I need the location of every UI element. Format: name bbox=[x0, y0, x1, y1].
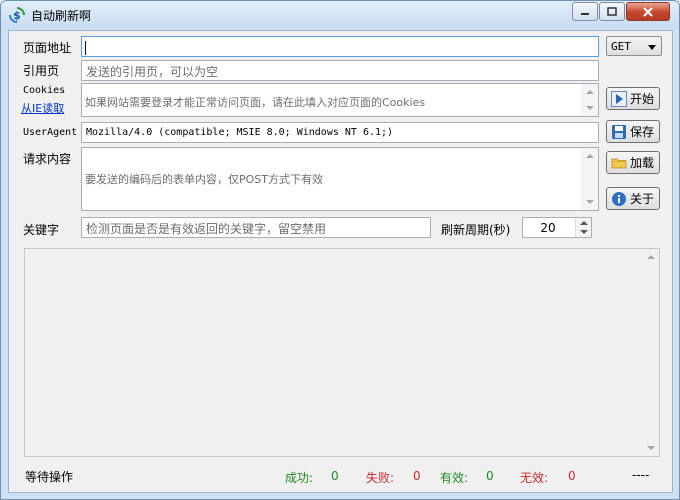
dollar-refresh-icon: $ bbox=[9, 7, 25, 23]
cookies-label: Cookies bbox=[23, 85, 66, 96]
useragent-label: UserAgent bbox=[23, 127, 78, 138]
interval-value: 20 bbox=[540, 221, 556, 235]
scroll-down-icon[interactable] bbox=[647, 446, 655, 450]
url-input[interactable] bbox=[81, 36, 599, 57]
load-label: 加载 bbox=[630, 156, 655, 170]
invalid-label: 无效: bbox=[520, 471, 549, 485]
useragent-input[interactable]: Mozilla/4.0 (compatible; MSIE 8.0; Windo… bbox=[81, 122, 599, 143]
useragent-value: Mozilla/4.0 (compatible; MSIE 8.0; Windo… bbox=[86, 127, 394, 138]
url-label: 页面地址 bbox=[23, 41, 72, 55]
referer-input[interactable]: 发送的引用页，可以为空 bbox=[81, 60, 599, 81]
keyword-placeholder: 检测页面是否是有效返回的关键字，留空禁用 bbox=[86, 222, 327, 236]
method-select[interactable]: GET bbox=[606, 36, 662, 56]
cookies-textarea[interactable]: 如果网站需要登录才能正常访问页面，请在此填入对应页面的Cookies bbox=[81, 83, 599, 117]
client-area: 页面地址 GET 引用页 发送的引用页，可以为空 Cookies 从IE读取 如… bbox=[8, 30, 673, 493]
post-textarea[interactable]: 要发送的编码后的表单内容，仅POST方式下有效 bbox=[81, 147, 599, 211]
save-button[interactable]: 保存 bbox=[606, 120, 660, 143]
status-text: 等待操作 bbox=[25, 470, 74, 484]
fail-label: 失败: bbox=[366, 471, 395, 485]
log-scrollbar[interactable] bbox=[642, 249, 659, 456]
spin-up-icon[interactable] bbox=[580, 221, 588, 225]
scroll-up-icon[interactable] bbox=[586, 90, 594, 94]
spin-down-icon[interactable] bbox=[580, 230, 588, 234]
start-button[interactable]: 开始 bbox=[606, 87, 660, 110]
scroll-up-icon[interactable] bbox=[586, 154, 594, 158]
minimize-icon bbox=[581, 12, 589, 15]
read-ie-cookies-link[interactable]: 从IE读取 bbox=[21, 100, 64, 116]
save-label: 保存 bbox=[630, 125, 655, 139]
start-label: 开始 bbox=[630, 92, 655, 106]
window-title: 自动刷新啊 bbox=[31, 9, 92, 23]
log-panel[interactable] bbox=[24, 248, 660, 457]
valid-count: 0 bbox=[486, 469, 494, 483]
referer-label: 引用页 bbox=[23, 64, 60, 78]
valid-label: 有效: bbox=[440, 471, 469, 485]
folder-icon bbox=[611, 158, 627, 168]
interval-label: 刷新周期(秒) bbox=[441, 223, 511, 237]
maximize-icon bbox=[607, 6, 617, 16]
about-button[interactable]: 关于 bbox=[606, 187, 660, 210]
post-scrollbar[interactable] bbox=[581, 148, 598, 210]
play-icon bbox=[611, 90, 627, 107]
cookies-scrollbar[interactable] bbox=[581, 84, 598, 116]
fail-count: 0 bbox=[413, 469, 421, 483]
interval-spinner[interactable]: 20 bbox=[522, 217, 592, 238]
scroll-down-icon[interactable] bbox=[586, 200, 594, 204]
info-icon bbox=[612, 191, 626, 206]
chevron-down-icon bbox=[648, 45, 656, 50]
spinner-buttons[interactable] bbox=[575, 218, 591, 237]
app-window: $ 自动刷新啊 页面地址 GET 引用页 发送的引用页，可以为空 Cookies bbox=[0, 0, 680, 500]
method-value: GET bbox=[611, 40, 631, 53]
text-caret bbox=[85, 41, 86, 55]
svg-text:$: $ bbox=[13, 9, 21, 22]
success-count: 0 bbox=[331, 469, 339, 483]
maximize-button[interactable] bbox=[599, 2, 625, 21]
status-extra: ---- bbox=[632, 468, 650, 482]
post-label: 请求内容 bbox=[23, 152, 72, 166]
floppy-disk-icon bbox=[612, 124, 626, 139]
about-label: 关于 bbox=[630, 192, 655, 206]
title-bar[interactable]: $ 自动刷新啊 bbox=[1, 1, 679, 29]
keyword-input[interactable]: 检测页面是否是有效返回的关键字，留空禁用 bbox=[81, 217, 431, 238]
scroll-up-icon[interactable] bbox=[647, 255, 655, 259]
invalid-count: 0 bbox=[568, 469, 576, 483]
referer-placeholder: 发送的引用页，可以为空 bbox=[86, 65, 219, 79]
post-placeholder: 要发送的编码后的表单内容，仅POST方式下有效 bbox=[85, 173, 323, 186]
minimize-button[interactable] bbox=[572, 2, 598, 21]
load-button[interactable]: 加载 bbox=[606, 151, 660, 174]
cookies-placeholder: 如果网站需要登录才能正常访问页面，请在此填入对应页面的Cookies bbox=[85, 96, 426, 109]
close-button[interactable] bbox=[626, 2, 670, 21]
scroll-down-icon[interactable] bbox=[586, 106, 594, 110]
success-label: 成功: bbox=[285, 471, 314, 485]
close-icon bbox=[643, 6, 653, 17]
keyword-label: 关键字 bbox=[23, 223, 60, 237]
